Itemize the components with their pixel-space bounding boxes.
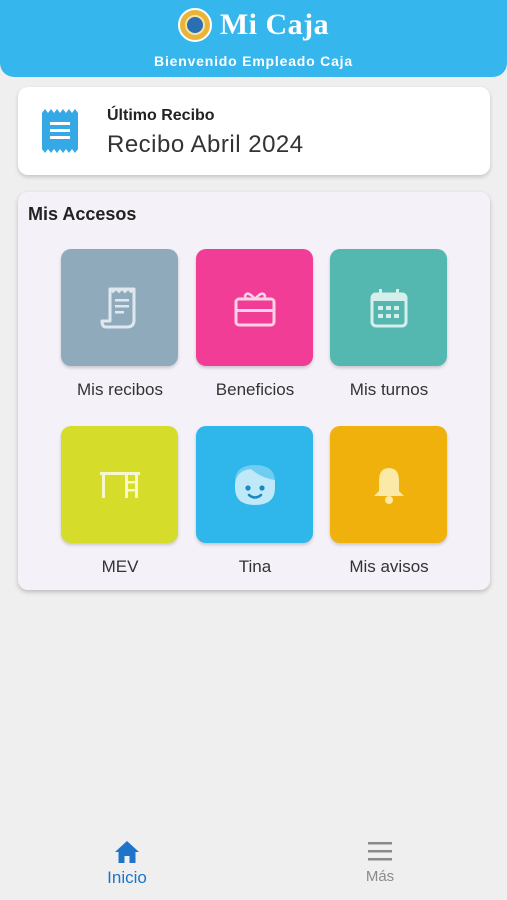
tile-mis-recibos[interactable] xyxy=(61,249,178,366)
tile-label-mis-avisos: Mis avisos xyxy=(349,557,429,576)
last-receipt-value: Recibo Abril 2024 xyxy=(107,131,304,158)
welcome-subtitle: Bienvenido Empleado Caja xyxy=(154,53,353,69)
nav-item-mas[interactable]: Más xyxy=(320,840,440,885)
bell-icon xyxy=(373,467,404,504)
receipt-scroll-icon xyxy=(100,287,135,328)
calendar-icon xyxy=(370,288,407,327)
app-header: Mi Caja Bienvenido Empleado Caja xyxy=(0,0,507,77)
face-icon xyxy=(234,463,275,505)
gift-card-icon xyxy=(234,291,275,326)
tile-tina[interactable] xyxy=(196,426,313,543)
tile-mis-turnos[interactable] xyxy=(330,249,447,366)
desk-icon xyxy=(99,471,140,498)
receipt-icon xyxy=(42,109,78,153)
tile-mev[interactable] xyxy=(61,426,178,543)
nav-item-inicio[interactable]: Inicio xyxy=(67,840,187,888)
nav-label-inicio: Inicio xyxy=(107,868,147,887)
menu-icon xyxy=(368,842,392,861)
app-title: Mi Caja xyxy=(219,8,330,41)
brand: Mi Caja xyxy=(0,8,507,42)
tile-mis-avisos[interactable] xyxy=(330,426,447,543)
bottom-nav: Inicio Más xyxy=(0,828,507,900)
home-icon xyxy=(115,841,139,863)
last-receipt-card[interactable]: Último Recibo Recibo Abril 2024 xyxy=(18,87,490,175)
tile-label-mis-turnos: Mis turnos xyxy=(349,380,429,399)
last-receipt-label: Último Recibo xyxy=(107,107,215,124)
access-title: Mis Accesos xyxy=(28,204,137,224)
caja-logo-icon xyxy=(177,8,212,42)
tile-beneficios[interactable] xyxy=(196,249,313,366)
access-panel: Mis Accesos Mis recibos Beneficios Mis t… xyxy=(18,192,490,590)
nav-label-mas: Más xyxy=(365,868,395,885)
